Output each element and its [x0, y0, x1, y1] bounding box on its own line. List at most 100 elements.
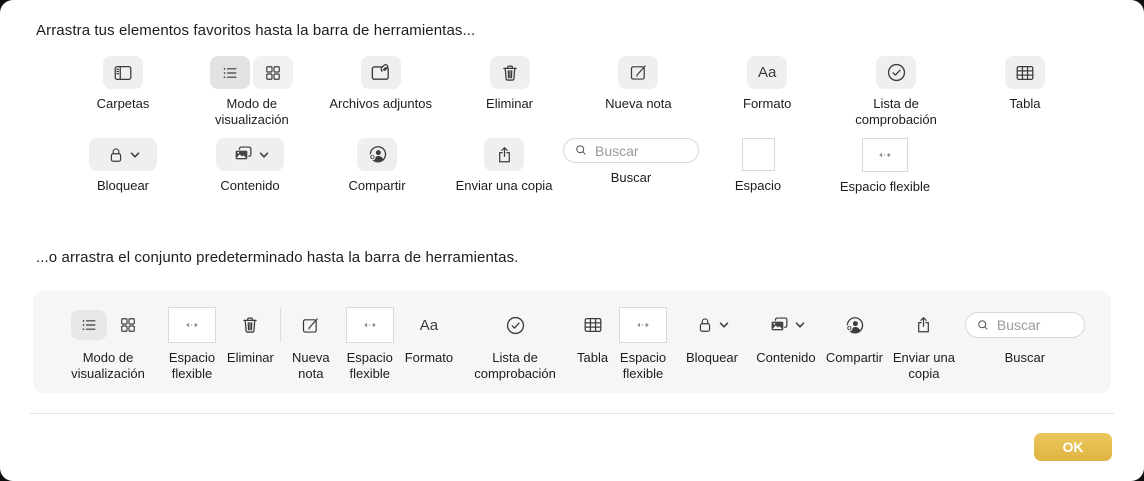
space-box-icon: [741, 138, 775, 171]
search-input[interactable]: Buscar: [563, 138, 699, 163]
checklist-icon: [506, 316, 524, 334]
flexible-space-box-icon: [345, 307, 394, 343]
toolbar-item-formato[interactable]: Aa Formato: [708, 56, 826, 129]
toolbar-item-label: Nueva nota: [291, 350, 330, 382]
media-tile: [216, 138, 284, 171]
toolbar-item-modo-de-visualizacion[interactable]: Modo de visualización: [59, 305, 157, 383]
toolbar-item-label: Enviar una copia: [892, 350, 955, 382]
toolbar-item-espacio-flexible[interactable]: Espacio flexible: [614, 305, 672, 383]
toolbar-item-nueva-nota[interactable]: Nueva nota: [287, 305, 335, 383]
toolbar-item-espacio[interactable]: Espacio: [699, 138, 817, 195]
compose-icon: [303, 317, 319, 333]
grid-view-icon: [120, 318, 135, 332]
toolbar-item-eliminar[interactable]: Eliminar: [451, 56, 569, 129]
list-view-segment[interactable]: [210, 56, 251, 89]
toolbar-item-enviar-una-copia[interactable]: Enviar una copia: [445, 138, 563, 195]
search-placeholder: Buscar: [595, 142, 639, 159]
flexible-space-box-icon: [167, 307, 216, 343]
format-tile: Aa: [747, 56, 788, 89]
default-set-instruction: ...o arrastra el conjunto predeterminado…: [36, 249, 519, 266]
media-tile: [752, 309, 820, 342]
chevron-down-icon: [259, 151, 269, 158]
share-person-icon: [845, 316, 864, 334]
flexible-space-box-icon: [619, 307, 668, 343]
lock-tile: [89, 138, 157, 171]
favorites-row-1: Carpetas Modo de visualización Archivos a…: [64, 56, 1084, 129]
toolbar-item-eliminar[interactable]: Eliminar: [227, 305, 274, 366]
list-view-segment[interactable]: [70, 310, 107, 340]
toolbar-item-label: Formato: [404, 350, 454, 365]
toolbar-item-lista-de-comprobacion[interactable]: Lista de comprobación: [837, 56, 955, 129]
toolbar-item-bloquear[interactable]: Bloquear: [678, 305, 746, 366]
flexible-space-box-icon: [862, 138, 908, 172]
flex-space-icon: [879, 152, 891, 158]
format-icon: Aa: [758, 64, 777, 81]
toolbar-item-label: Modo de visualización: [214, 96, 289, 128]
toolbar-item-compartir[interactable]: Compartir: [826, 305, 883, 366]
toolbar-item-nueva-nota[interactable]: Nueva nota: [579, 56, 697, 129]
table-icon: [584, 317, 601, 333]
toolbar-item-compartir[interactable]: Compartir: [318, 138, 436, 195]
grid-view-segment[interactable]: [110, 310, 146, 340]
toolbar-item-label: Espacio flexible: [346, 350, 393, 382]
list-view-icon: [82, 320, 95, 330]
toolbar-item-tabla[interactable]: Tabla: [577, 305, 608, 366]
export-icon: [918, 317, 930, 333]
toolbar-item-label: Tabla: [577, 350, 609, 365]
format-tile: Aa: [420, 309, 438, 342]
toolbar-item-label: Buscar: [1004, 350, 1046, 365]
toolbar-item-label: Nueva nota: [605, 96, 672, 111]
toolbar-item-espacio-flexible[interactable]: Espacio flexible: [341, 305, 399, 383]
toolbar-item-label: Contenido: [756, 350, 816, 365]
list-view-icon: [224, 67, 237, 78]
share-person-tile: [843, 309, 866, 342]
space-separator: [279, 308, 281, 342]
toolbar-item-label: Lista de comprobación: [855, 96, 937, 128]
toolbar-item-formato[interactable]: Aa Formato: [405, 305, 453, 366]
toolbar-item-label: Archivos adjuntos: [329, 96, 432, 111]
toolbar-item-espacio-flexible[interactable]: Espacio flexible: [826, 138, 944, 195]
footer-divider: [30, 413, 1114, 414]
toolbar-item-enviar-una-copia[interactable]: Enviar una copia: [889, 305, 959, 383]
attachments-tile: [360, 56, 401, 89]
flex-space-icon: [363, 322, 376, 328]
checklist-tile: [504, 309, 527, 342]
toolbar-item-espacio-separador: [279, 305, 281, 350]
checklist-icon: [887, 63, 905, 82]
search-icon: [978, 319, 988, 330]
table-icon: [1016, 65, 1034, 80]
toolbar-item-label: Lista de comprobación: [474, 350, 556, 382]
compose-icon: [630, 65, 646, 80]
customize-toolbar-sheet: Arrastra tus elementos favoritos hasta l…: [0, 0, 1144, 481]
trash-tile: [239, 309, 261, 342]
toolbar-item-label: Modo de visualización: [71, 350, 145, 382]
toolbar-item-label: Espacio flexible: [619, 350, 667, 382]
toolbar-item-espacio-flexible[interactable]: Espacio flexible: [163, 305, 221, 383]
ok-button[interactable]: OK: [1034, 433, 1112, 461]
toolbar-item-bloquear[interactable]: Bloquear: [64, 138, 182, 195]
toolbar-item-label: Carpetas: [96, 96, 150, 111]
toolbar-item-label: Eliminar: [486, 96, 534, 111]
favorites-row-2: Bloquear Contenido Compartir Enviar una cop…: [64, 138, 944, 195]
search-placeholder: Buscar: [996, 317, 1041, 333]
export-tile: [484, 138, 524, 171]
media-icon: [770, 316, 788, 331]
toolbar-item-label: Compartir: [348, 178, 406, 193]
grid-view-segment[interactable]: [253, 56, 294, 89]
chevron-down-icon: [719, 322, 729, 328]
toolbar-item-contenido[interactable]: Contenido: [191, 138, 309, 195]
toolbar-item-tabla[interactable]: Tabla: [966, 56, 1084, 129]
search-icon: [576, 145, 586, 155]
toolbar-item-label: Tabla: [1009, 96, 1041, 111]
trash-icon: [243, 317, 258, 333]
search-input[interactable]: Buscar: [964, 312, 1085, 338]
toolbar-item-lista-de-comprobacion[interactable]: Lista de comprobación: [459, 305, 571, 383]
toolbar-item-modo-de-visualizacion[interactable]: Modo de visualización: [193, 56, 311, 129]
toolbar-item-label: Bloquear: [96, 178, 150, 193]
export-tile: [913, 309, 934, 342]
toolbar-item-carpetas[interactable]: Carpetas: [64, 56, 182, 129]
toolbar-item-archivos-adjuntos[interactable]: Archivos adjuntos: [322, 56, 440, 129]
toolbar-item-contenido[interactable]: Contenido: [752, 305, 820, 366]
toolbar-item-buscar[interactable]: Buscar Buscar: [964, 305, 1085, 366]
toolbar-item-buscar[interactable]: Buscar Buscar: [563, 138, 699, 195]
